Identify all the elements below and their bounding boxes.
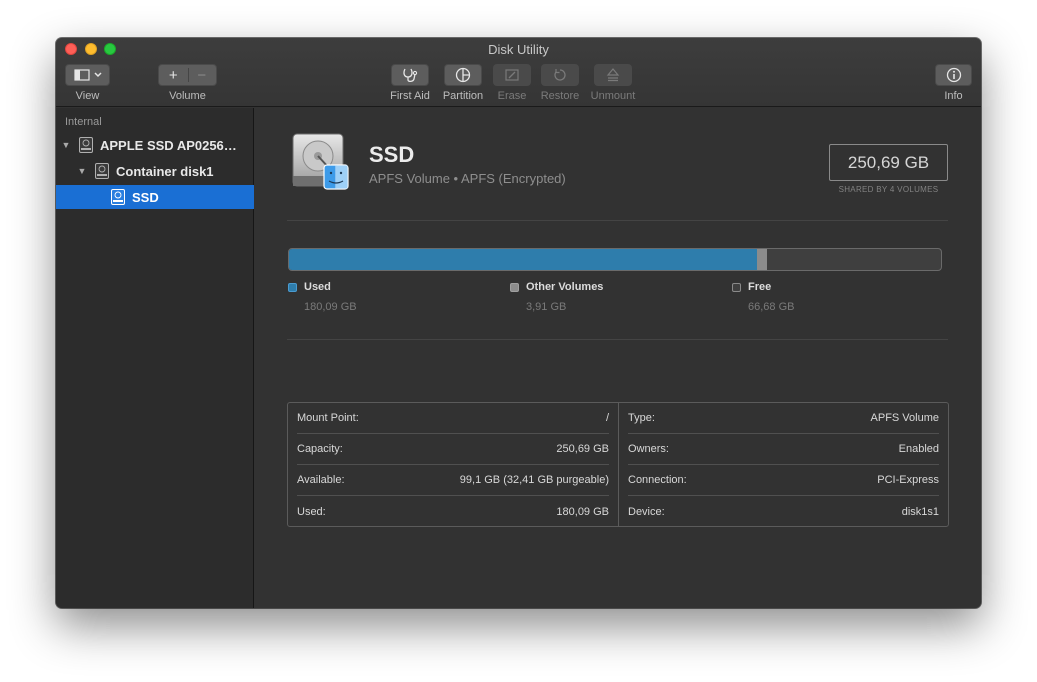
info-value: 180,09 GB (556, 505, 609, 518)
info-button[interactable] (935, 64, 972, 86)
sidebar-item-label: SSD (132, 189, 159, 205)
sidebar-item-ssd[interactable]: SSD (56, 185, 254, 209)
info-column-right: Type: APFS Volume Owners: Enabled Connec… (618, 403, 948, 526)
volume-subtitle: APFS Volume • APFS (Encrypted) (369, 171, 566, 186)
restore-button[interactable] (541, 64, 579, 86)
volume-segmented-control[interactable]: + − (158, 64, 217, 86)
partition-pie-icon (455, 67, 471, 83)
unmount-button[interactable] (594, 64, 632, 86)
shared-volumes-note: SHARED BY 4 VOLUMES (838, 185, 939, 194)
info-row-used: Used: 180,09 GB (297, 496, 609, 527)
erase-button[interactable] (493, 64, 531, 86)
info-key: Capacity: (297, 443, 343, 455)
sidebar-toggle-icon (73, 69, 102, 81)
first-aid-label: First Aid (390, 90, 430, 102)
other-volumes-swatch (510, 283, 519, 292)
other-volumes-segment (757, 249, 768, 270)
info-label: Info (944, 90, 963, 102)
divider (287, 339, 948, 340)
info-value: Enabled (898, 443, 939, 455)
info-key: Mount Point: (297, 412, 359, 424)
info-row-available: Available: 99,1 GB (32,41 GB purgeable) (297, 465, 609, 496)
legend-value: 3,91 GB (526, 301, 567, 313)
sidebar: Internal ▼ APPLE SSD AP0256… ▼ Container… (56, 108, 254, 608)
used-segment (289, 249, 758, 270)
sidebar-item-apple-ssd[interactable]: ▼ APPLE SSD AP0256… (56, 133, 254, 157)
stethoscope-icon (403, 68, 418, 83)
info-column-left: Mount Point: / Capacity: 250,69 GB Avail… (288, 403, 618, 526)
info-value: PCI-Express (877, 474, 939, 486)
restore-arrow-icon (554, 69, 566, 81)
sidebar-item-label: Container disk1 (116, 163, 214, 179)
internal-disk-icon (95, 163, 109, 179)
info-key: Connection: (628, 474, 687, 486)
info-row-connection: Connection: PCI-Express (628, 465, 939, 496)
info-value: 250,69 GB (556, 443, 609, 455)
capacity-box: 250,69 GB (829, 144, 948, 181)
info-key: Device: (628, 505, 665, 518)
volume-info-table: Mount Point: / Capacity: 250,69 GB Avail… (287, 402, 949, 527)
legend-label: Other Volumes (526, 281, 604, 293)
info-row-capacity: Capacity: 250,69 GB (297, 434, 609, 465)
info-value: disk1s1 (901, 505, 939, 518)
add-volume-button[interactable]: + (159, 67, 188, 84)
info-key: Used: (297, 505, 326, 518)
info-row-type: Type: APFS Volume (628, 403, 939, 434)
info-value: APFS Volume (870, 412, 939, 424)
info-value: / (605, 412, 609, 424)
storage-usage-bar (288, 248, 942, 271)
first-aid-button[interactable] (391, 64, 429, 86)
unmount-label: Unmount (590, 90, 636, 102)
volume-icon (111, 189, 125, 205)
view-label: View (75, 90, 100, 102)
legend-label: Used (304, 281, 331, 293)
view-button[interactable] (65, 64, 110, 86)
info-row-mount-point: Mount Point: / (297, 403, 609, 434)
erase-label: Erase (497, 90, 527, 102)
legend-value: 180,09 GB (304, 301, 357, 313)
partition-button[interactable] (444, 64, 482, 86)
info-row-device: Device: disk1s1 (628, 496, 939, 527)
info-row-owners: Owners: Enabled (628, 434, 939, 465)
info-icon (946, 67, 961, 83)
internal-disk-icon (79, 137, 93, 153)
divider (287, 220, 948, 221)
disclosure-triangle-icon[interactable]: ▼ (60, 140, 72, 150)
hard-drive-finder-icon (292, 133, 349, 190)
sidebar-section-internal: Internal (65, 116, 102, 128)
info-value: 99,1 GB (32,41 GB purgeable) (459, 474, 609, 486)
used-swatch (288, 283, 297, 292)
free-swatch (732, 283, 741, 292)
toolbar: Disk Utility View + − Volume First Aid P… (56, 38, 981, 107)
info-key: Available: (297, 474, 345, 486)
volume-label: Volume (169, 90, 206, 102)
remove-volume-button[interactable]: − (188, 67, 217, 84)
legend-label: Free (748, 281, 772, 293)
sidebar-item-container-disk1[interactable]: ▼ Container disk1 (56, 159, 254, 183)
volume-name: SSD (369, 142, 415, 167)
disk-utility-window: Disk Utility View + − Volume First Aid P… (56, 38, 981, 608)
legend-value: 66,68 GB (748, 301, 795, 313)
info-key: Owners: (628, 443, 669, 455)
window-title: Disk Utility (488, 42, 549, 57)
sidebar-item-label: APPLE SSD AP0256… (100, 137, 237, 153)
disclosure-triangle-icon[interactable]: ▼ (76, 166, 88, 176)
segment-divider (188, 68, 189, 82)
partition-label: Partition (442, 90, 484, 102)
erase-icon (505, 69, 519, 81)
restore-label: Restore (540, 90, 580, 102)
eject-icon (606, 68, 620, 82)
info-key: Type: (628, 412, 655, 424)
volume-detail-pane: SSD APFS Volume • APFS (Encrypted) 250,6… (255, 108, 981, 608)
